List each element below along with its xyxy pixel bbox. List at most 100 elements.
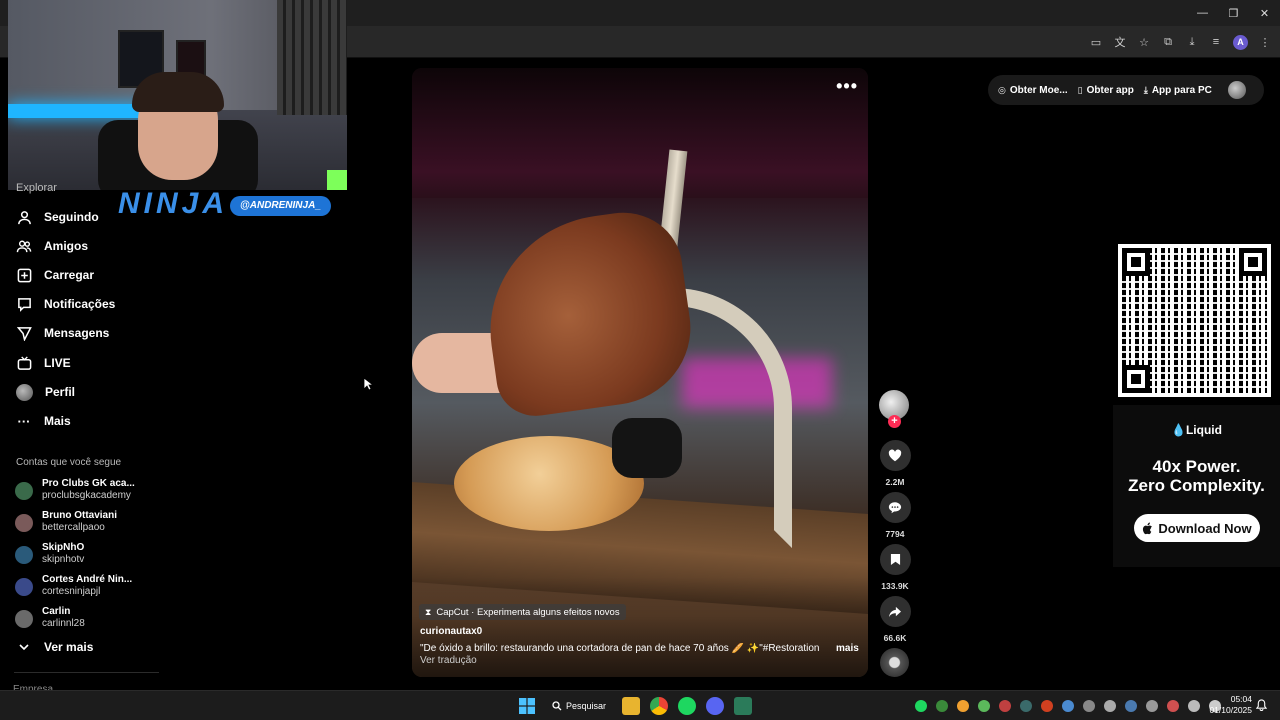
sidebar-item-live[interactable]: LIVE — [16, 352, 71, 374]
nvidia-tray-icon[interactable] — [936, 700, 948, 712]
video-author[interactable]: curionautax0 — [420, 626, 482, 637]
network-tray-icon[interactable] — [1146, 700, 1158, 712]
close-button[interactable]: ✕ — [1249, 0, 1280, 26]
comment-button[interactable] — [879, 492, 911, 523]
app-tray-icon[interactable] — [1062, 700, 1074, 712]
like-action: 2.2M — [877, 440, 913, 487]
get-app-button[interactable]: ▯ Obter app — [1078, 85, 1134, 96]
capcut-icon: ⧗ — [425, 606, 432, 617]
chevron-down-icon — [16, 639, 32, 655]
effect-tag[interactable]: ⧗ CapCut · Experimenta alguns efeitos no… — [419, 604, 626, 620]
save-button[interactable] — [879, 544, 911, 575]
menu-icon[interactable]: ⋮ — [1258, 35, 1272, 49]
webcam-overlay — [8, 0, 347, 190]
chrome-icon[interactable] — [650, 697, 669, 715]
app-tray-icon[interactable] — [1041, 700, 1053, 712]
media-icon[interactable]: ≡ — [1209, 35, 1223, 49]
maximize-button[interactable]: ❐ — [1218, 0, 1249, 26]
followed-account[interactable]: Bruno Ottaviani bettercallpaoo — [15, 510, 117, 534]
cloud-tray-icon[interactable] — [957, 700, 969, 712]
cast-icon[interactable]: ▭ — [1089, 35, 1103, 49]
spotify-icon[interactable] — [678, 697, 697, 715]
mic-tray-icon[interactable] — [1167, 700, 1179, 712]
get-coins-button[interactable]: ◎ Obter Moe... — [998, 85, 1068, 96]
bookmark-icon — [890, 554, 900, 565]
heart-icon — [888, 449, 902, 462]
pc-app-button[interactable]: ⤓ App para PC — [1144, 85, 1212, 96]
profile-icon[interactable]: A — [1233, 34, 1248, 50]
share-button[interactable] — [879, 596, 911, 627]
follow-button[interactable]: + — [888, 415, 901, 428]
see-more-button[interactable]: Ver mais — [16, 636, 93, 658]
app-tray-icon[interactable] — [1083, 700, 1095, 712]
app-tray-icon[interactable] — [1020, 700, 1032, 712]
see-translation-button[interactable]: Ver tradução — [420, 655, 477, 666]
stream-handle: @ANDRENINJA_ — [230, 196, 331, 216]
mouse-cursor-icon — [363, 377, 373, 391]
sidebar-item-more[interactable]: ··· Mais — [16, 410, 71, 432]
comment-count: 7794 — [885, 529, 905, 539]
share-action: 66.6K — [877, 596, 913, 643]
file-explorer-icon[interactable] — [622, 697, 641, 715]
avatar — [15, 546, 33, 564]
followed-account[interactable]: Pro Clubs GK aca... proclubsgkacademy — [15, 478, 135, 502]
ad-download-button[interactable]: Download Now — [1134, 514, 1260, 542]
share-count: 66.6K — [883, 633, 907, 643]
avatar[interactable] — [1227, 81, 1246, 99]
spotify-tray-icon[interactable] — [915, 700, 927, 712]
sidebar-item-explore[interactable]: Explorar — [16, 182, 57, 194]
windows-start-icon[interactable] — [518, 697, 536, 715]
download-icon: ⤓ — [1143, 84, 1148, 95]
minimize-button[interactable]: — — [1187, 0, 1218, 26]
followed-account[interactable]: Carlin carlinnl28 — [15, 606, 85, 630]
download-icon[interactable]: ⤓ — [1185, 35, 1199, 49]
live-tv-icon — [16, 355, 32, 371]
usb-tray-icon[interactable] — [1104, 700, 1116, 712]
taskbar-search[interactable]: Pesquisar — [546, 701, 612, 711]
discord-icon[interactable] — [706, 697, 725, 715]
save-count: 133.9K — [881, 581, 909, 591]
system-tray — [915, 691, 1221, 720]
window-controls: — ❐ ✕ — [1187, 0, 1280, 26]
followed-account[interactable]: SkipNhO skipnhotv — [15, 542, 84, 566]
video-more-options-button[interactable]: ••• — [836, 76, 858, 97]
like-button[interactable] — [879, 440, 911, 471]
taskbar-clock[interactable]: 05:04 01/10/2025 — [1206, 694, 1252, 716]
more-dots-icon: ··· — [17, 413, 31, 429]
advertisement: 💧Liquid 40x Power. Zero Complexity. Down… — [1113, 405, 1280, 567]
share-icon — [889, 606, 901, 617]
avatar — [15, 578, 33, 596]
sidebar-divider — [14, 672, 159, 673]
search-icon — [552, 701, 562, 711]
translate-icon[interactable]: 文 — [1113, 35, 1127, 49]
top-right-actions: ◎ Obter Moe... ▯ Obter app ⤓ App para PC — [988, 75, 1264, 105]
ad-brand: 💧Liquid — [1171, 423, 1222, 437]
avatar — [15, 514, 33, 532]
notification-bell-icon[interactable] — [1255, 699, 1268, 714]
sidebar-item-friends[interactable]: Amigos — [16, 235, 88, 257]
wifi-icon[interactable] — [1188, 700, 1200, 712]
video-player[interactable]: ••• ⧗ CapCut · Experimenta alguns efeito… — [412, 68, 868, 677]
app-tray-icon[interactable] — [999, 700, 1011, 712]
sidebar-item-messages[interactable]: Mensagens — [16, 322, 109, 344]
phone-icon: ▯ — [1077, 84, 1083, 95]
sidebar-item-upload[interactable]: Carregar — [16, 264, 94, 286]
avatar — [16, 383, 33, 401]
app-icon[interactable] — [734, 697, 753, 715]
coin-icon: ◎ — [998, 84, 1006, 95]
app-tray-icon[interactable] — [978, 700, 990, 712]
following-accounts-label: Contas que você segue — [16, 457, 122, 468]
people-icon — [16, 238, 32, 254]
extensions-icon[interactable]: ⧉ — [1161, 35, 1175, 49]
plus-box-icon — [16, 267, 32, 283]
steam-tray-icon[interactable] — [1125, 700, 1137, 712]
followed-account[interactable]: Cortes André Nin... cortesninjapjl — [15, 574, 132, 598]
star-icon[interactable]: ☆ — [1137, 35, 1151, 49]
sidebar-item-profile[interactable]: Perfil — [16, 381, 75, 403]
sidebar-item-notifications[interactable]: Notificações — [16, 293, 115, 315]
caption-more-button[interactable]: mais — [836, 643, 859, 654]
music-disc-icon[interactable] — [880, 648, 909, 677]
sidebar-item-following[interactable]: Seguindo — [16, 206, 99, 228]
taskbar: Pesquisar 05:04 01/10/2025 — [0, 690, 1280, 720]
like-count: 2.2M — [885, 477, 905, 487]
